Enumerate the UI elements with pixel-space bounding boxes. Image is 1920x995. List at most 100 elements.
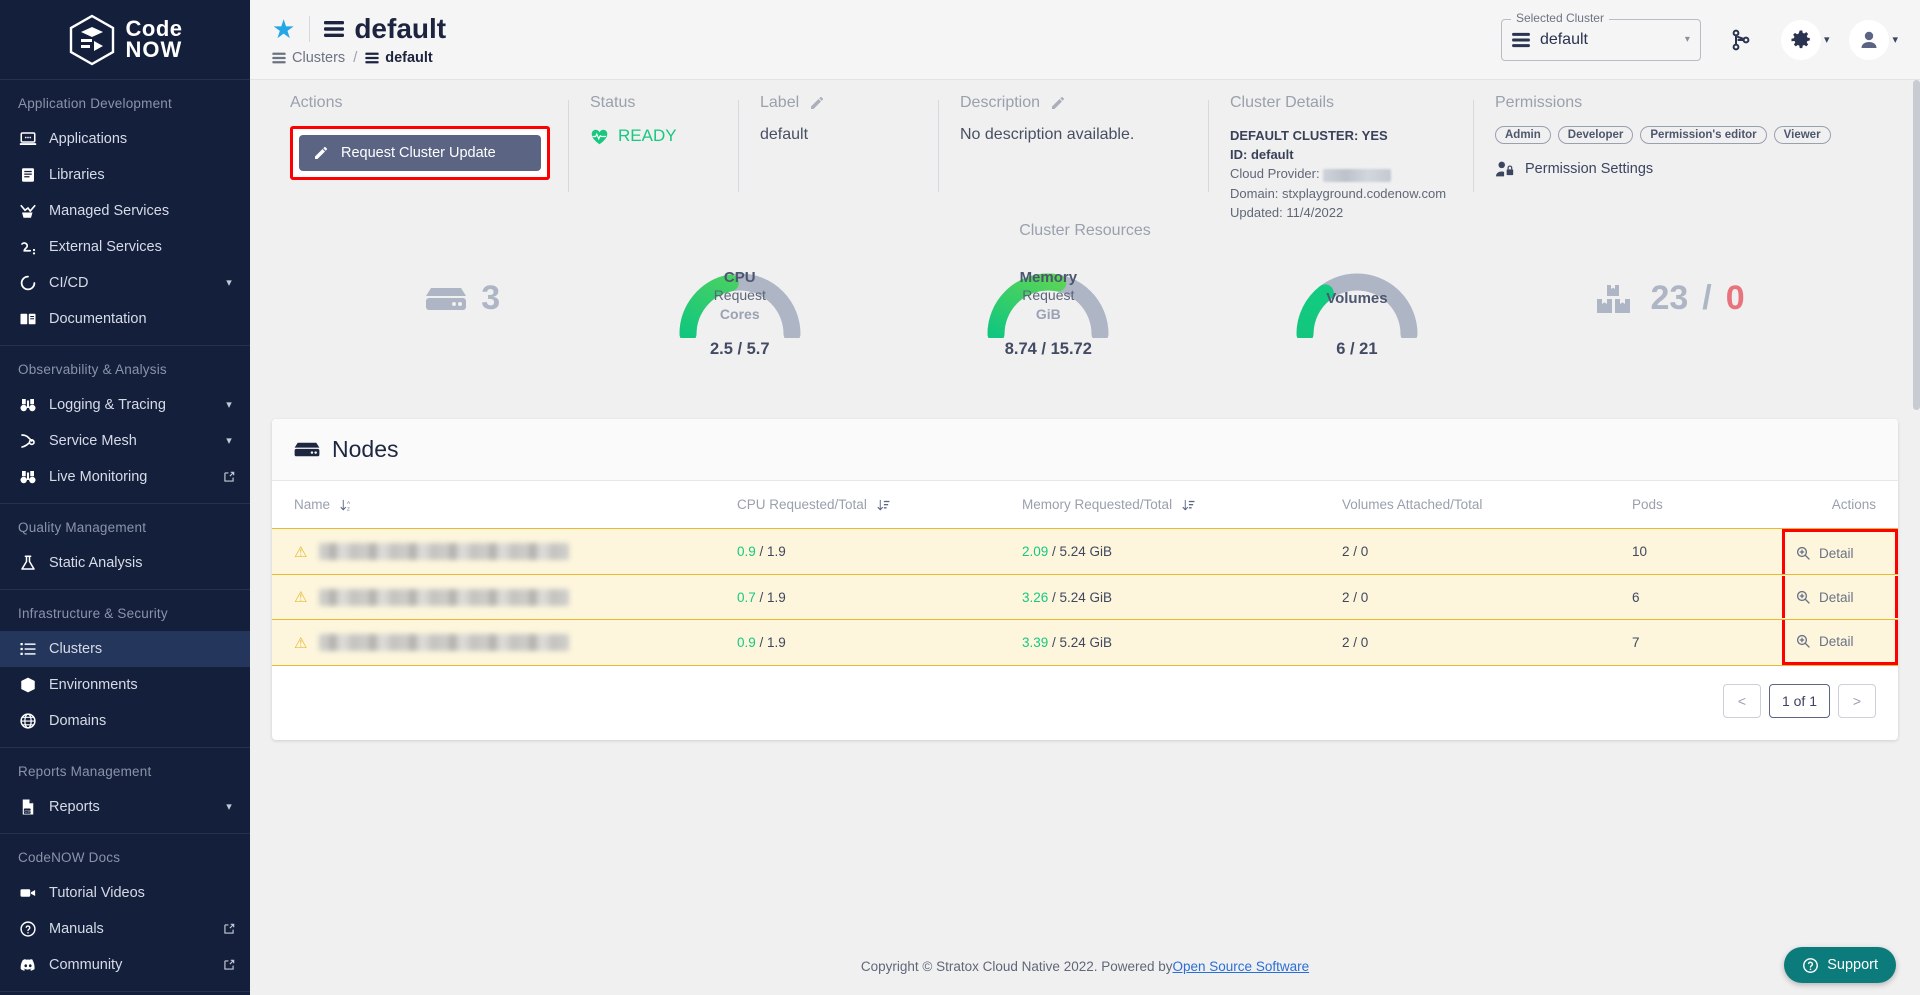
column-header-pods: Pods — [1622, 481, 1782, 529]
favorite-star-icon[interactable]: ★ — [272, 16, 295, 42]
sidebar-item-tail[interactable] — [222, 958, 236, 972]
node-detail-button[interactable]: Detail — [1795, 589, 1854, 605]
cloud-provider-redacted-value — [1323, 168, 1392, 182]
cluster-details-heading: Cluster Details — [1230, 94, 1335, 111]
sidebar-item-tail[interactable] — [222, 470, 236, 484]
cluster-resources-row: 3 CPU Request Cores 2.5 / 5.7 Memory Req… — [250, 238, 1920, 359]
request-cluster-update-label: Request Cluster Update — [341, 145, 496, 161]
sidebar-item-managed-services[interactable]: Managed Services — [0, 193, 250, 229]
column-label: Pods — [1632, 497, 1663, 512]
sidebar-item-documentation[interactable]: Documentation — [0, 301, 250, 337]
vertical-scrollbar[interactable] — [1913, 80, 1920, 640]
cpu-gauge-name: CPU — [723, 269, 756, 287]
column-header-memory[interactable]: Memory Requested/Total — [1012, 481, 1332, 529]
default-cluster-flag: DEFAULT CLUSTER: YES — [1230, 128, 1388, 143]
sort-icon[interactable]: A Z — [340, 499, 353, 512]
top-bar-actions: Selected Cluster default ▾ ▾ ▾ — [1500, 10, 1898, 61]
footer: Copyright © Stratox Cloud Native 2022. P… — [250, 937, 1920, 995]
permission-chip[interactable]: Permission's editor — [1640, 126, 1767, 144]
sidebar-item-reports[interactable]: CSV Reports ▾ — [0, 789, 250, 825]
git-branch-icon[interactable] — [1721, 20, 1761, 60]
sidebar-item-static-analysis[interactable]: Static Analysis — [0, 545, 250, 581]
permission-chip[interactable]: Viewer — [1773, 126, 1831, 144]
sidebar-item-libraries[interactable]: Libraries — [0, 157, 250, 193]
heartbeat-icon — [591, 129, 608, 144]
sidebar-item-clusters[interactable]: Clusters — [0, 631, 250, 667]
table-row[interactable]: ⚠ 0.7 / 1.9 3.26 / 5.24 GiB 2 / 0 6 Deta… — [272, 574, 1898, 620]
pagination-next-button[interactable]: > — [1838, 684, 1876, 718]
actions-heading: Actions — [290, 94, 343, 111]
sidebar-item-environments[interactable]: Environments — [0, 667, 250, 703]
question-circle-icon — [1803, 957, 1819, 973]
nodes-panel-title-text: Nodes — [332, 436, 399, 462]
node-cpu-cell: 0.9 / 1.9 — [737, 544, 786, 559]
permission-chip[interactable]: Admin — [1495, 126, 1551, 144]
sidebar-item-logging-tracing[interactable]: Logging & Tracing ▾ — [0, 387, 250, 423]
open-source-software-link[interactable]: Open Source Software — [1173, 959, 1310, 974]
user-menu[interactable]: ▾ — [1849, 19, 1898, 60]
node-cpu-cell: 0.9 / 1.9 — [737, 635, 786, 650]
node-name-cell: ⚠ — [272, 620, 727, 666]
permissions-heading: Permissions — [1495, 94, 1583, 111]
sidebar-item-label: Logging & Tracing — [49, 397, 166, 413]
breadcrumb-item-default[interactable]: default — [365, 50, 433, 66]
sidebar-item-tail[interactable]: ▾ — [222, 434, 236, 448]
cpu-gauge-unit: Cores — [719, 305, 760, 322]
sidebar-item-applications[interactable]: Applications — [0, 121, 250, 157]
permission-settings-link[interactable]: Permission Settings — [1495, 160, 1880, 178]
user-icon[interactable] — [1849, 19, 1890, 60]
sidebar-item-manuals[interactable]: Manuals — [0, 911, 250, 947]
pagination-prev-button[interactable]: < — [1722, 684, 1761, 718]
gear-icon[interactable] — [1780, 19, 1821, 60]
node-detail-button[interactable]: Detail — [1795, 545, 1854, 561]
sidebar-item-community[interactable]: Community — [0, 947, 250, 983]
column-header-volumes: Volumes Attached/Total — [1332, 481, 1622, 529]
scrollbar-thumb[interactable] — [1913, 80, 1920, 410]
node-detail-label: Detail — [1819, 589, 1854, 605]
brand-logo[interactable]: Code NOW — [0, 0, 250, 80]
zoom-in-icon — [1796, 634, 1810, 648]
sidebar-item-tail[interactable]: ▾ — [222, 800, 236, 814]
table-row[interactable]: ⚠ 0.9 / 1.9 2.09 / 5.24 GiB 2 / 0 10 Det… — [272, 528, 1898, 575]
sidebar-item-live-monitoring[interactable]: Live Monitoring — [0, 459, 250, 495]
support-button[interactable]: Support — [1784, 947, 1896, 983]
detail-highlight: Detail — [1782, 529, 1898, 574]
table-row[interactable]: ⚠ 0.9 / 1.9 3.39 / 5.24 GiB 2 / 0 7 Deta… — [272, 619, 1898, 666]
chevron-down-icon: ▾ — [1684, 34, 1690, 45]
sidebar-item-tail[interactable] — [222, 922, 236, 936]
sidebar-item-service-mesh[interactable]: Service Mesh ▾ — [0, 423, 250, 459]
circle-loop-icon — [18, 274, 37, 293]
pagination-current-page[interactable]: 1 of 1 — [1768, 684, 1830, 718]
breadcrumb-item-clusters[interactable]: Clusters — [272, 50, 345, 66]
flask-icon — [18, 554, 37, 573]
pagination: < 1 of 1 > — [272, 666, 1898, 740]
request-cluster-update-button[interactable]: Request Cluster Update — [299, 135, 541, 171]
node-volumes-cell: 2 / 0 — [1342, 544, 1369, 559]
permission-chip[interactable]: Developer — [1557, 126, 1634, 144]
column-header-name[interactable]: Name A Z — [272, 481, 727, 529]
edit-label-pencil-icon[interactable] — [809, 95, 825, 111]
binoculars-icon — [18, 396, 37, 415]
sidebar-item-domains[interactable]: Domains — [0, 703, 250, 739]
selected-cluster-select[interactable]: Selected Cluster default ▾ — [1500, 10, 1701, 61]
video-camera-icon — [18, 884, 37, 903]
column-header-cpu[interactable]: CPU Requested/Total — [727, 481, 1012, 529]
sidebar-item-tail — [222, 312, 236, 326]
sidebar-item-tail[interactable]: ▾ — [222, 398, 236, 412]
sidebar-section-label: Reports Management — [18, 764, 152, 779]
sidebar-item-external-services[interactable]: External Services — [0, 229, 250, 265]
edit-description-pencil-icon[interactable] — [1050, 95, 1066, 111]
node-memory-cell: 3.39 / 5.24 GiB — [1022, 635, 1113, 650]
divider — [309, 16, 311, 42]
sort-icon[interactable] — [876, 499, 890, 512]
breadcrumb-separator: / — [353, 50, 358, 66]
node-detail-button[interactable]: Detail — [1795, 633, 1854, 649]
external-services-icon — [18, 238, 37, 257]
settings-menu[interactable]: ▾ — [1780, 19, 1829, 60]
sort-icon[interactable] — [1182, 499, 1195, 512]
selected-cluster-legend: Selected Cluster — [1510, 10, 1609, 25]
sidebar-item-tail[interactable]: ▾ — [222, 276, 236, 290]
external-link-icon — [224, 923, 235, 934]
sidebar-item-ci-cd[interactable]: CI/CD ▾ — [0, 265, 250, 301]
sidebar-item-tutorial-videos[interactable]: Tutorial Videos — [0, 875, 250, 911]
